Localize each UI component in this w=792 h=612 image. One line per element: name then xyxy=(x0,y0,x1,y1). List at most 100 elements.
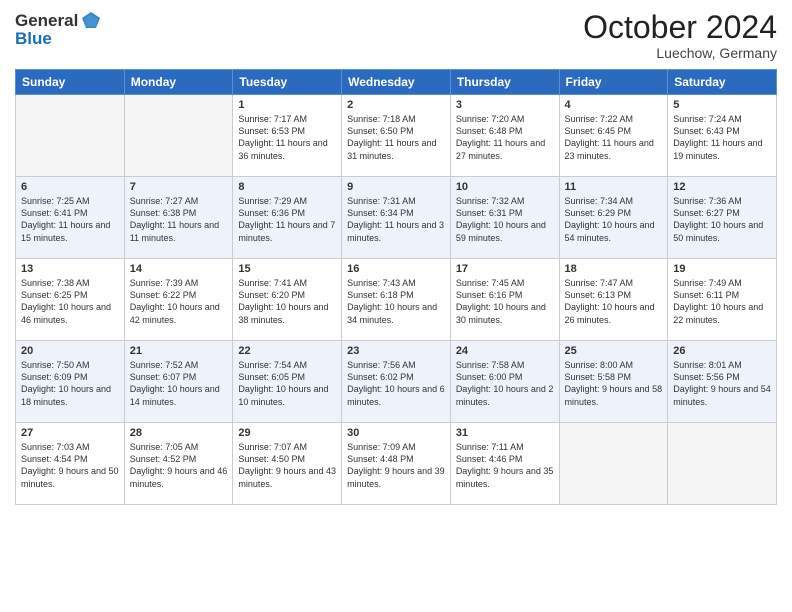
day-number: 19 xyxy=(673,263,771,275)
calendar-cell: 8 Sunrise: 7:29 AM Sunset: 6:36 PM Daylig… xyxy=(233,177,342,259)
day-info: Sunrise: 7:34 AM Sunset: 6:29 PM Dayligh… xyxy=(565,195,663,244)
calendar-cell: 10 Sunrise: 7:32 AM Sunset: 6:31 PM Dayli… xyxy=(450,177,559,259)
logo: General Blue xyxy=(15,10,102,49)
logo-blue-text: Blue xyxy=(15,29,102,49)
day-number: 9 xyxy=(347,181,445,193)
day-number: 18 xyxy=(565,263,663,275)
day-info: Sunrise: 7:39 AM Sunset: 6:22 PM Dayligh… xyxy=(130,277,228,326)
calendar-cell: 27 Sunrise: 7:03 AM Sunset: 4:54 PM Dayli… xyxy=(16,423,125,505)
col-header-thursday: Thursday xyxy=(450,70,559,95)
day-info: Sunrise: 7:58 AM Sunset: 6:00 PM Dayligh… xyxy=(456,359,554,408)
day-number: 23 xyxy=(347,345,445,357)
day-info: Sunrise: 7:25 AM Sunset: 6:41 PM Dayligh… xyxy=(21,195,119,244)
calendar-cell: 17 Sunrise: 7:45 AM Sunset: 6:16 PM Dayli… xyxy=(450,259,559,341)
calendar-cell xyxy=(124,95,233,177)
calendar-cell: 28 Sunrise: 7:05 AM Sunset: 4:52 PM Dayli… xyxy=(124,423,233,505)
calendar-cell: 5Sunrise: 7:24 AM Sunset: 6:43 PM Daylig… xyxy=(668,95,777,177)
day-info: Sunrise: 7:54 AM Sunset: 6:05 PM Dayligh… xyxy=(238,359,336,408)
calendar-cell: 6Sunrise: 7:25 AM Sunset: 6:41 PM Daylig… xyxy=(16,177,125,259)
header: General Blue October 2024 Luechow, Germa… xyxy=(15,10,777,61)
day-number: 22 xyxy=(238,345,336,357)
calendar-cell: 18Sunrise: 7:47 AM Sunset: 6:13 PM Dayli… xyxy=(559,259,668,341)
title-block: October 2024 Luechow, Germany xyxy=(583,10,777,61)
calendar-cell: 31Sunrise: 7:11 AM Sunset: 4:46 PM Dayli… xyxy=(450,423,559,505)
day-info: Sunrise: 8:00 AM Sunset: 5:58 PM Dayligh… xyxy=(565,359,663,408)
day-number: 28 xyxy=(130,427,228,439)
col-header-tuesday: Tuesday xyxy=(233,70,342,95)
location: Luechow, Germany xyxy=(583,45,777,61)
day-info: Sunrise: 7:29 AM Sunset: 6:36 PM Dayligh… xyxy=(238,195,336,244)
day-number: 25 xyxy=(565,345,663,357)
calendar-cell: 20Sunrise: 7:50 AM Sunset: 6:09 PM Dayli… xyxy=(16,341,125,423)
calendar-cell: 13 Sunrise: 7:38 AM Sunset: 6:25 PM Dayli… xyxy=(16,259,125,341)
calendar-cell: 15 Sunrise: 7:41 AM Sunset: 6:20 PM Dayli… xyxy=(233,259,342,341)
day-info: Sunrise: 7:24 AM Sunset: 6:43 PM Dayligh… xyxy=(673,113,771,162)
calendar-cell: 25 Sunrise: 8:00 AM Sunset: 5:58 PM Dayli… xyxy=(559,341,668,423)
calendar-cell: 24Sunrise: 7:58 AM Sunset: 6:00 PM Dayli… xyxy=(450,341,559,423)
calendar-cell: 16Sunrise: 7:43 AM Sunset: 6:18 PM Dayli… xyxy=(342,259,451,341)
calendar-cell: 2Sunrise: 7:18 AM Sunset: 6:50 PM Daylig… xyxy=(342,95,451,177)
calendar-cell: 9 Sunrise: 7:31 AM Sunset: 6:34 PM Daylig… xyxy=(342,177,451,259)
calendar-week-row: 1Sunrise: 7:17 AM Sunset: 6:53 PM Daylig… xyxy=(16,95,777,177)
calendar-cell: 14 Sunrise: 7:39 AM Sunset: 6:22 PM Dayli… xyxy=(124,259,233,341)
calendar-cell: 12Sunrise: 7:36 AM Sunset: 6:27 PM Dayli… xyxy=(668,177,777,259)
day-info: Sunrise: 7:31 AM Sunset: 6:34 PM Dayligh… xyxy=(347,195,445,244)
calendar-cell: 29Sunrise: 7:07 AM Sunset: 4:50 PM Dayli… xyxy=(233,423,342,505)
day-info: Sunrise: 7:27 AM Sunset: 6:38 PM Dayligh… xyxy=(130,195,228,244)
calendar-cell: 1Sunrise: 7:17 AM Sunset: 6:53 PM Daylig… xyxy=(233,95,342,177)
day-number: 10 xyxy=(456,181,554,193)
month-title: October 2024 xyxy=(583,10,777,45)
calendar-cell: 22 Sunrise: 7:54 AM Sunset: 6:05 PM Dayli… xyxy=(233,341,342,423)
calendar-cell xyxy=(668,423,777,505)
day-info: Sunrise: 7:56 AM Sunset: 6:02 PM Dayligh… xyxy=(347,359,445,408)
calendar-table: SundayMondayTuesdayWednesdayThursdayFrid… xyxy=(15,69,777,505)
day-number: 4 xyxy=(565,99,663,111)
col-header-monday: Monday xyxy=(124,70,233,95)
calendar-cell xyxy=(16,95,125,177)
calendar-cell xyxy=(559,423,668,505)
logo-general-text: General xyxy=(15,11,78,31)
day-number: 1 xyxy=(238,99,336,111)
calendar-week-row: 20Sunrise: 7:50 AM Sunset: 6:09 PM Dayli… xyxy=(16,341,777,423)
calendar-week-row: 6Sunrise: 7:25 AM Sunset: 6:41 PM Daylig… xyxy=(16,177,777,259)
calendar-week-row: 27 Sunrise: 7:03 AM Sunset: 4:54 PM Dayli… xyxy=(16,423,777,505)
day-number: 13 xyxy=(21,263,119,275)
logo-flag-icon xyxy=(80,10,102,32)
day-number: 14 xyxy=(130,263,228,275)
day-info: Sunrise: 7:49 AM Sunset: 6:11 PM Dayligh… xyxy=(673,277,771,326)
calendar-cell: 23 Sunrise: 7:56 AM Sunset: 6:02 PM Dayli… xyxy=(342,341,451,423)
day-number: 29 xyxy=(238,427,336,439)
calendar-cell: 3 Sunrise: 7:20 AM Sunset: 6:48 PM Daylig… xyxy=(450,95,559,177)
day-number: 11 xyxy=(565,181,663,193)
calendar-cell: 7Sunrise: 7:27 AM Sunset: 6:38 PM Daylig… xyxy=(124,177,233,259)
day-info: Sunrise: 7:45 AM Sunset: 6:16 PM Dayligh… xyxy=(456,277,554,326)
day-number: 12 xyxy=(673,181,771,193)
day-number: 16 xyxy=(347,263,445,275)
day-info: Sunrise: 7:03 AM Sunset: 4:54 PM Dayligh… xyxy=(21,441,119,490)
col-header-sunday: Sunday xyxy=(16,70,125,95)
calendar-cell: 26Sunrise: 8:01 AM Sunset: 5:56 PM Dayli… xyxy=(668,341,777,423)
day-number: 31 xyxy=(456,427,554,439)
day-number: 3 xyxy=(456,99,554,111)
calendar-week-row: 13 Sunrise: 7:38 AM Sunset: 6:25 PM Dayli… xyxy=(16,259,777,341)
day-number: 15 xyxy=(238,263,336,275)
day-number: 17 xyxy=(456,263,554,275)
calendar-cell: 19 Sunrise: 7:49 AM Sunset: 6:11 PM Dayli… xyxy=(668,259,777,341)
day-info: Sunrise: 7:22 AM Sunset: 6:45 PM Dayligh… xyxy=(565,113,663,162)
calendar-header-row: SundayMondayTuesdayWednesdayThursdayFrid… xyxy=(16,70,777,95)
day-number: 8 xyxy=(238,181,336,193)
day-number: 30 xyxy=(347,427,445,439)
col-header-friday: Friday xyxy=(559,70,668,95)
day-info: Sunrise: 7:41 AM Sunset: 6:20 PM Dayligh… xyxy=(238,277,336,326)
day-info: Sunrise: 7:09 AM Sunset: 4:48 PM Dayligh… xyxy=(347,441,445,490)
day-info: Sunrise: 7:32 AM Sunset: 6:31 PM Dayligh… xyxy=(456,195,554,244)
col-header-wednesday: Wednesday xyxy=(342,70,451,95)
day-number: 27 xyxy=(21,427,119,439)
day-info: Sunrise: 7:20 AM Sunset: 6:48 PM Dayligh… xyxy=(456,113,554,162)
day-info: Sunrise: 8:01 AM Sunset: 5:56 PM Dayligh… xyxy=(673,359,771,408)
day-info: Sunrise: 7:38 AM Sunset: 6:25 PM Dayligh… xyxy=(21,277,119,326)
day-info: Sunrise: 7:05 AM Sunset: 4:52 PM Dayligh… xyxy=(130,441,228,490)
day-info: Sunrise: 7:50 AM Sunset: 6:09 PM Dayligh… xyxy=(21,359,119,408)
day-number: 2 xyxy=(347,99,445,111)
calendar-cell: 4 Sunrise: 7:22 AM Sunset: 6:45 PM Daylig… xyxy=(559,95,668,177)
